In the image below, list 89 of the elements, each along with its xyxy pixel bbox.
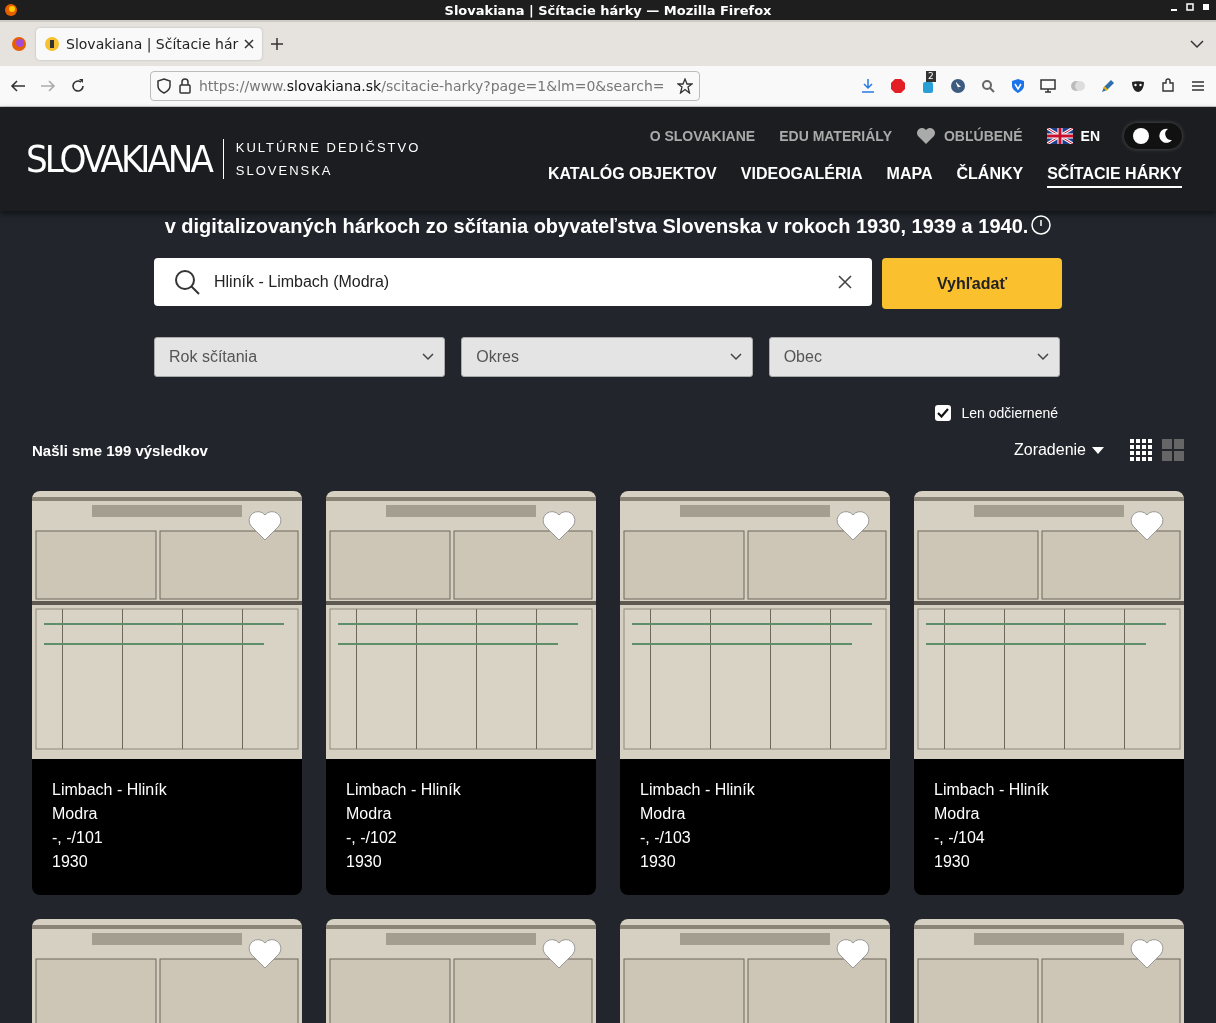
shield-icon[interactable] [157,78,171,94]
chevron-down-icon [422,353,435,361]
sort-dropdown[interactable]: Zoradenie [1013,441,1104,459]
mask-icon[interactable] [1130,78,1146,94]
chevron-down-icon [729,353,742,361]
heart-icon [916,127,936,145]
caption-line: 1930 [640,853,677,871]
filter-dropdown[interactable]: Rok sčítania [154,337,446,377]
caption-line: -, -/102 [346,829,398,847]
lock-icon [179,78,191,94]
star-icon[interactable] [677,78,693,94]
firefox-icon [4,3,18,17]
heart-icon[interactable] [1130,511,1164,541]
checkbox[interactable] [935,405,952,421]
puzzle-icon[interactable] [1160,78,1176,94]
magnifier-icon[interactable] [980,78,996,94]
tab-title: Slovakiana | Sčítacie hár [66,36,239,52]
window-title: Slovakiana | Sčítacie hárky — Mozilla Firefox [444,2,772,18]
download-icon[interactable] [860,78,876,94]
sun-icon [1132,127,1150,145]
caption-line: Limbach - Hliník [346,781,462,799]
url-text: https://www.slovakiana.sk/scitacie-harky?page=1&lm=0&search= [199,78,666,94]
maximize-icon[interactable] [1186,3,1194,11]
checkmark-icon [937,408,950,418]
caption-line: Limbach - Hliník [640,781,756,799]
close-icon[interactable] [1202,3,1210,11]
caption-line: Modra [934,805,981,823]
heart-icon[interactable] [248,939,282,969]
filter-dropdown[interactable]: Okres [461,337,753,377]
nav-link[interactable]: EDU MATERIÁLY [779,128,892,144]
plus-icon[interactable] [270,37,285,51]
caption-line: -, -/103 [640,829,692,847]
caret-icon [1092,446,1104,454]
tagline: KULTÚRNE DEDIČSTVO [235,140,421,155]
heart-icon[interactable] [836,511,870,541]
nav-tab[interactable]: ČLÁNKY [956,165,1024,188]
pen-icon[interactable] [1100,78,1116,94]
intro-text: v digitalizovaných hárkoch zo sčítania obyvateľstva Slovenska v rokoch 1930, 1939 a 1940. [164,215,1029,238]
search-button[interactable]: Vyhľadať [882,258,1062,309]
heart-icon[interactable] [1130,939,1164,969]
firefox-icon[interactable] [10,35,28,53]
heart-icon[interactable] [836,939,870,969]
nav-tab[interactable]: KATALÓG OBJEKTOV [547,165,717,188]
language-link[interactable]: EN [1046,128,1100,144]
caption-line: Modra [52,805,99,823]
caption-line: -, -/104 [934,829,986,847]
caption-line: 1930 [934,853,971,871]
clear-icon[interactable] [838,275,852,289]
caption-line: 1930 [52,853,89,871]
nav-link[interactable]: O SLOVAKIANE [649,128,756,144]
info-icon[interactable] [1031,215,1052,235]
chevron-down-icon [1037,353,1049,361]
badge: 2 [926,71,936,82]
caption-line: 1930 [346,853,383,871]
checkbox-label: Len odčiernené [961,405,1058,421]
site-icon [44,36,60,52]
close-icon[interactable] [244,39,255,49]
cursor-icon[interactable] [950,78,966,94]
nav-tab[interactable]: VIDEOGALÉRIA [740,165,863,188]
search-icon [174,269,200,295]
site-logo[interactable]: SLOVAKIANA [26,140,211,178]
large-grid-view-icon[interactable] [1162,439,1184,461]
caption-line: Limbach - Hliník [934,781,1050,799]
caption-line: Modra [640,805,687,823]
caption-line: Limbach - Hliník [52,781,168,799]
moon-icon [1156,127,1174,145]
address-bar[interactable]: https://www.slovakiana.sk/scitacie-harky?page=1&lm=0&search= [150,71,700,101]
caption-line: Modra [346,805,393,823]
heart-icon[interactable] [248,511,282,541]
results-count: Našli sme 199 výsledkov [32,441,209,459]
flag-icon [1046,128,1073,144]
filter-dropdown[interactable]: Obec [768,337,1060,377]
grid-view-icon[interactable] [1130,439,1152,461]
back-icon[interactable] [10,78,26,94]
tagline: SLOVENSKA [235,163,334,178]
menu-icon[interactable] [1190,78,1206,94]
caption-line: -, -/101 [52,829,104,847]
heart-icon[interactable] [542,939,576,969]
browser-tab[interactable]: Slovakiana | Sčítacie hár [36,28,263,60]
chevron-down-icon[interactable] [1190,37,1204,51]
heart-icon[interactable] [542,511,576,541]
stop-sign-icon[interactable] [890,78,906,94]
nav-tab[interactable]: SČÍTACIE HÁRKY [1047,165,1182,188]
favorites-link[interactable]: OBĽÚBENÉ [916,127,1023,145]
reload-icon[interactable] [70,78,86,94]
search-field[interactable]: Hliník - Limbach (Modra) [154,258,872,306]
theme-toggle[interactable] [1124,123,1182,149]
nav-tab[interactable]: MAPA [886,165,933,188]
monitor-icon[interactable] [1040,78,1056,94]
